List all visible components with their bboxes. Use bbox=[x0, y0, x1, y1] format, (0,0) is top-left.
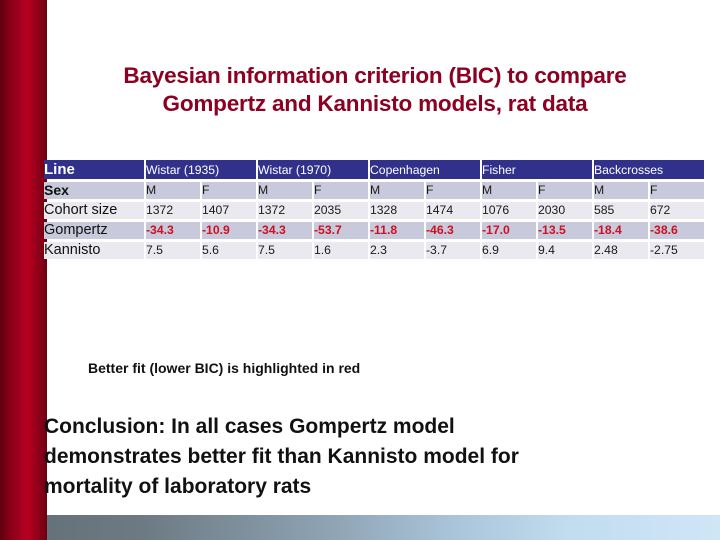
cell-gompertz-4: -11.8 bbox=[370, 222, 424, 239]
cell-gompertz-7: -13.5 bbox=[538, 222, 592, 239]
column-header-line: Line bbox=[44, 160, 144, 179]
cell-sex-9: F bbox=[650, 182, 704, 199]
column-header-fisher: Fisher bbox=[482, 160, 592, 179]
table-row: Sex M F M F M F M F M F bbox=[44, 182, 704, 199]
cell-sex-8: M bbox=[594, 182, 648, 199]
cell-gompertz-9: -38.6 bbox=[650, 222, 704, 239]
row-label-gompertz: Gompertz bbox=[44, 222, 144, 239]
cell-kannisto-3: 1.6 bbox=[314, 242, 368, 259]
bic-comparison-table: Line Wistar (1935) Wistar (1970) Copenha… bbox=[42, 157, 706, 262]
cell-cohort-4: 1328 bbox=[370, 202, 424, 219]
cell-gompertz-0: -34.3 bbox=[146, 222, 200, 239]
row-label-cohort-size: Cohort size bbox=[44, 202, 144, 219]
column-header-backcrosses: Backcrosses bbox=[594, 160, 704, 179]
table-caption: Better fit (lower BIC) is highlighted in… bbox=[88, 360, 361, 376]
cell-gompertz-8: -18.4 bbox=[594, 222, 648, 239]
cell-cohort-9: 672 bbox=[650, 202, 704, 219]
cell-cohort-3: 2035 bbox=[314, 202, 368, 219]
cell-gompertz-2: -34.3 bbox=[258, 222, 312, 239]
cell-gompertz-5: -46.3 bbox=[426, 222, 480, 239]
left-decorative-bar bbox=[0, 0, 47, 540]
row-label-kannisto: Kannisto bbox=[44, 242, 144, 259]
table-header-row: Line Wistar (1935) Wistar (1970) Copenha… bbox=[44, 160, 704, 179]
cell-cohort-0: 1372 bbox=[146, 202, 200, 219]
cell-sex-0: M bbox=[146, 182, 200, 199]
table-row: Cohort size 1372 1407 1372 2035 1328 147… bbox=[44, 202, 704, 219]
cell-sex-1: F bbox=[202, 182, 256, 199]
bottom-decorative-strip bbox=[47, 515, 720, 540]
cell-kannisto-7: 9.4 bbox=[538, 242, 592, 259]
cell-gompertz-6: -17.0 bbox=[482, 222, 536, 239]
cell-kannisto-4: 2.3 bbox=[370, 242, 424, 259]
cell-sex-7: F bbox=[538, 182, 592, 199]
slide-canvas: Bayesian information criterion (BIC) to … bbox=[0, 0, 720, 540]
column-header-copenhagen: Copenhagen bbox=[370, 160, 480, 179]
cell-cohort-1: 1407 bbox=[202, 202, 256, 219]
cell-gompertz-1: -10.9 bbox=[202, 222, 256, 239]
cell-cohort-5: 1474 bbox=[426, 202, 480, 219]
cell-cohort-7: 2030 bbox=[538, 202, 592, 219]
page-title-line-1: Bayesian information criterion (BIC) to … bbox=[123, 63, 627, 88]
cell-kannisto-6: 6.9 bbox=[482, 242, 536, 259]
table-row: Kannisto 7.5 5.6 7.5 1.6 2.3 -3.7 6.9 9.… bbox=[44, 242, 704, 259]
cell-kannisto-9: -2.75 bbox=[650, 242, 704, 259]
conclusion-text: Conclusion: In all cases Gompertz model … bbox=[44, 415, 519, 498]
cell-kannisto-0: 7.5 bbox=[146, 242, 200, 259]
cell-kannisto-1: 5.6 bbox=[202, 242, 256, 259]
cell-gompertz-3: -53.7 bbox=[314, 222, 368, 239]
column-header-wistar-1935: Wistar (1935) bbox=[146, 160, 256, 179]
table-row: Gompertz -34.3 -10.9 -34.3 -53.7 -11.8 -… bbox=[44, 222, 704, 239]
cell-kannisto-5: -3.7 bbox=[426, 242, 480, 259]
cell-cohort-8: 585 bbox=[594, 202, 648, 219]
cell-cohort-2: 1372 bbox=[258, 202, 312, 219]
cell-cohort-6: 1076 bbox=[482, 202, 536, 219]
column-header-wistar-1970: Wistar (1970) bbox=[258, 160, 368, 179]
cell-sex-2: M bbox=[258, 182, 312, 199]
cell-sex-3: F bbox=[314, 182, 368, 199]
page-title: Bayesian information criterion (BIC) to … bbox=[55, 62, 695, 118]
page-title-line-2: Gompertz and Kannisto models, rat data bbox=[162, 91, 588, 116]
cell-sex-6: M bbox=[482, 182, 536, 199]
cell-kannisto-8: 2.48 bbox=[594, 242, 648, 259]
cell-sex-4: M bbox=[370, 182, 424, 199]
cell-sex-5: F bbox=[426, 182, 480, 199]
row-label-sex: Sex bbox=[44, 182, 144, 199]
cell-kannisto-2: 7.5 bbox=[258, 242, 312, 259]
